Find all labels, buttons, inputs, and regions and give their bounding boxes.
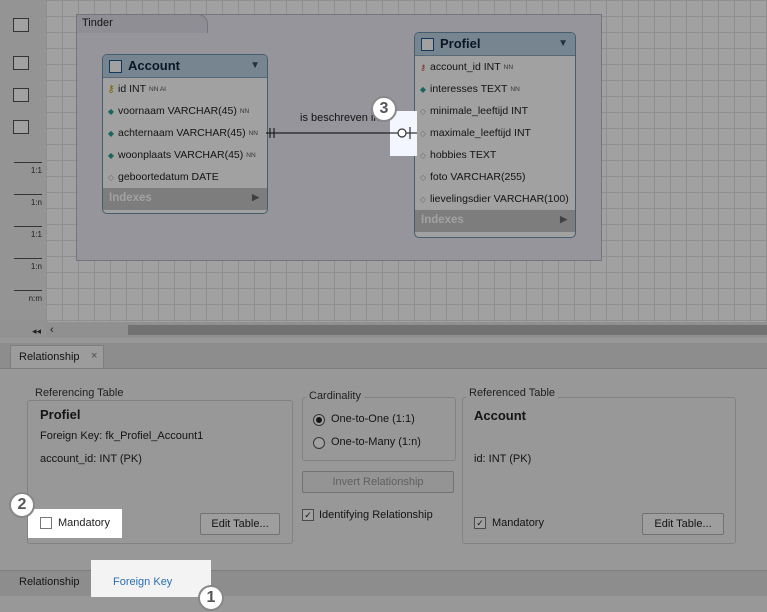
note-tool[interactable]	[8, 52, 34, 74]
table-icon	[13, 120, 29, 134]
cardinality-group	[302, 397, 456, 461]
relationship-label[interactable]: is beschreven in	[300, 112, 380, 124]
table-header[interactable]: Account ▼	[103, 55, 267, 78]
table-header[interactable]: Profiel ▼	[415, 33, 575, 56]
identifying-checkbox[interactable]: ✓	[302, 509, 314, 521]
left-toolbar: 1:1 1:n 1:1 1:n n:m	[0, 0, 47, 320]
hollow-diamond-icon: ◇	[107, 172, 115, 182]
referencing-column: account_id: INT (PK)	[40, 453, 142, 465]
image-icon	[13, 88, 29, 102]
panel-tabbar	[0, 343, 767, 369]
expand-icon[interactable]: ▶	[252, 192, 259, 203]
indexes-section[interactable]: Indexes ▶	[103, 188, 267, 210]
layer-icon	[13, 18, 29, 32]
rel-1-1-nonid-tool[interactable]: 1:1	[14, 220, 42, 242]
collapse-icon[interactable]: ▼	[558, 38, 568, 49]
edit-referencing-table-button[interactable]: Edit Table...	[200, 513, 280, 535]
highlight-foreign-key-tab: Foreign Key	[91, 560, 211, 597]
referenced-column: id: INT (PK)	[474, 453, 532, 465]
referenced-mandatory-label[interactable]: Mandatory	[492, 517, 544, 529]
hollow-diamond-icon: ◇	[419, 194, 427, 204]
identifying-label[interactable]: Identifying Relationship	[319, 509, 433, 521]
rel-1-n-nonid-tool[interactable]: 1:n	[14, 252, 42, 274]
column-row[interactable]: ◆ voornaam VARCHAR(45) NN	[103, 100, 267, 122]
referencing-mandatory-checkbox[interactable]	[40, 517, 52, 529]
foreign-key-name: Foreign Key: fk_Profiel_Account1	[40, 430, 204, 442]
hollow-diamond-icon: ◇	[419, 106, 427, 116]
column-row[interactable]: ◇ maximale_leeftijd INT	[415, 122, 575, 144]
group-title: Cardinality	[306, 390, 364, 402]
one-to-many-label[interactable]: One-to-Many (1:n)	[331, 436, 421, 448]
zero-or-one-notation-icon[interactable]	[390, 111, 417, 156]
hollow-diamond-icon: ◇	[419, 172, 427, 182]
referencing-mandatory-label[interactable]: Mandatory	[58, 517, 110, 529]
expand-icon[interactable]: ▶	[560, 214, 567, 225]
diamond-icon: ◆	[107, 106, 115, 116]
column-row[interactable]: ◇ hobbies TEXT	[415, 144, 575, 166]
table-tool[interactable]	[8, 116, 34, 138]
note-icon	[13, 56, 29, 70]
image-tool[interactable]	[8, 84, 34, 106]
diamond-icon: ◆	[107, 128, 115, 138]
tab-label: Relationship	[19, 351, 80, 363]
rel-1-n-tool[interactable]: 1:n	[14, 188, 42, 210]
table-name: Account	[128, 58, 180, 73]
scroll-left-icon[interactable]: ◂◂	[32, 326, 41, 337]
table-icon	[109, 60, 122, 73]
callout-2: 2	[9, 492, 35, 518]
column-row[interactable]: ⚷ id INT NN AI	[103, 78, 267, 100]
table-profiel[interactable]: Profiel ▼ ⚷ account_id INT NN ◆ interesses …	[414, 32, 576, 238]
callout-1: 1	[198, 585, 224, 611]
layer-tool[interactable]	[8, 14, 34, 36]
tab-relationship[interactable]: Relationship	[19, 576, 80, 588]
chevron-left-icon[interactable]: ‹	[50, 324, 54, 336]
invert-relationship-button[interactable]: Invert Relationship	[302, 471, 454, 493]
group-title: Referencing Table	[32, 387, 127, 399]
table-account[interactable]: Account ▼ ⚷ id INT NN AI ◆ voornaam VARCHAR…	[102, 54, 268, 214]
key-icon: ⚷	[107, 83, 115, 95]
column-row[interactable]: ◇ minimale_leeftijd INT	[415, 100, 575, 122]
group-title: Referenced Table	[466, 387, 559, 399]
layer-title: Tinder	[82, 17, 113, 29]
rel-1-1-tool[interactable]: 1:1	[14, 156, 42, 178]
one-to-many-radio[interactable]	[313, 437, 325, 449]
column-row[interactable]: ◆ achternaam VARCHAR(45) NN	[103, 122, 267, 144]
column-row[interactable]: ◆ woonplaats VARCHAR(45) NN	[103, 144, 267, 166]
indexes-section[interactable]: Indexes ▶	[415, 210, 575, 232]
table-name: Profiel	[440, 36, 481, 51]
highlight-connector-end	[390, 111, 417, 156]
one-to-one-label[interactable]: One-to-One (1:1)	[331, 413, 415, 425]
tab-foreign-key[interactable]: Foreign Key	[113, 576, 172, 588]
highlight-mandatory: Mandatory	[28, 509, 122, 538]
fk-key-icon: ⚷	[420, 62, 426, 72]
table-icon	[421, 38, 434, 51]
column-row[interactable]: ◇ geboortedatum DATE	[103, 166, 267, 188]
column-row[interactable]: ⚷ account_id INT NN	[415, 56, 575, 78]
referenced-table-name: Account	[474, 408, 526, 423]
referenced-mandatory-checkbox[interactable]: ✓	[474, 517, 486, 529]
diamond-icon: ◆	[419, 84, 427, 94]
hollow-diamond-icon: ◇	[419, 150, 427, 160]
rel-n-m-tool[interactable]: n:m	[14, 284, 42, 306]
one-to-one-radio[interactable]	[313, 414, 325, 426]
diamond-icon: ◆	[107, 150, 115, 160]
tab-relationship-editor[interactable]: Relationship ×	[10, 345, 104, 368]
column-row[interactable]: ◆ interesses TEXT NN	[415, 78, 575, 100]
close-icon[interactable]: ×	[91, 350, 97, 362]
callout-3: 3	[371, 96, 397, 122]
referencing-table-name: Profiel	[40, 407, 81, 422]
column-row[interactable]: ◇ foto VARCHAR(255)	[415, 166, 575, 188]
edit-referenced-table-button[interactable]: Edit Table...	[642, 513, 724, 535]
scrollbar-thumb[interactable]	[128, 325, 767, 335]
collapse-icon[interactable]: ▼	[250, 60, 260, 71]
column-row[interactable]: ◇ lievelingsdier VARCHAR(100)	[415, 188, 575, 210]
hollow-diamond-icon: ◇	[419, 128, 427, 138]
